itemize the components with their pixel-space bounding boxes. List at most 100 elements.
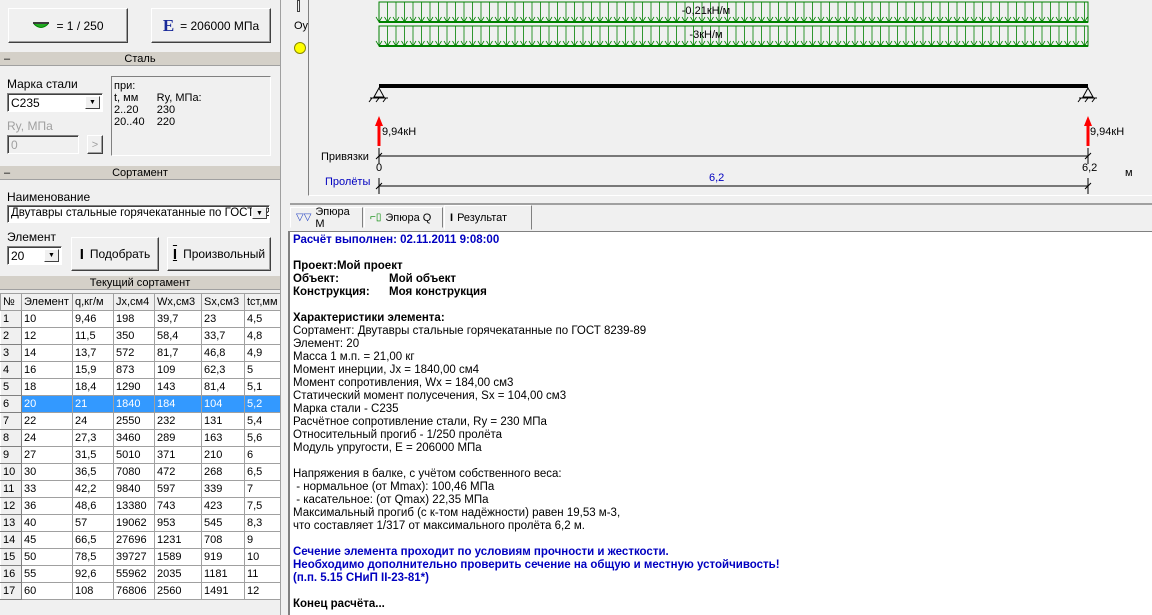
table-cell[interactable]: 27 (21, 446, 73, 464)
row-number[interactable]: 11 (0, 480, 22, 498)
table-cell[interactable]: 92,6 (72, 565, 114, 583)
table-cell[interactable]: 12 (244, 582, 281, 600)
row-number[interactable]: 5 (0, 378, 22, 396)
table-cell[interactable]: 57 (72, 514, 114, 532)
table-cell[interactable]: 104 (201, 395, 245, 413)
column-header[interactable]: q,кг/м (72, 293, 114, 311)
tab-moment-diagram[interactable]: ▽▽ Эпюра M (290, 206, 363, 230)
custom-profile-button[interactable]: I Произвольный (167, 237, 271, 271)
table-cell[interactable]: 7,5 (244, 497, 281, 515)
table-cell[interactable]: 24 (21, 429, 73, 447)
table-cell[interactable]: 55 (21, 565, 73, 583)
row-number[interactable]: 6 (0, 395, 22, 413)
diagram-canvas[interactable]: -0,21кН/м -3кН/м 9,94кН 9,94кН Привязки … (308, 0, 1152, 196)
table-cell[interactable]: 919 (201, 548, 245, 566)
table-cell[interactable]: 108 (72, 582, 114, 600)
table-row[interactable]: 2 12 11,5 350 58,4 33,7 4,8 (0, 327, 281, 345)
table-row[interactable]: 12 36 48,6 13380 743 423 7,5 (0, 497, 281, 515)
table-cell[interactable]: 5,6 (244, 429, 281, 447)
table-row[interactable]: 17 60 108 76806 2560 1491 12 (0, 582, 281, 600)
chevron-down-icon[interactable]: ▼ (85, 96, 100, 109)
table-cell[interactable]: 48,6 (72, 497, 114, 515)
row-number[interactable]: 7 (0, 412, 22, 430)
row-number[interactable]: 17 (0, 582, 22, 600)
table-row[interactable]: 14 45 66,5 27696 1231 708 9 (0, 531, 281, 549)
table-cell[interactable]: 2035 (154, 565, 202, 583)
table-cell[interactable]: 163 (201, 429, 245, 447)
ry-input[interactable]: 0 (7, 135, 79, 154)
table-cell[interactable]: 46,8 (201, 344, 245, 362)
table-cell[interactable]: 12 (21, 327, 73, 345)
table-cell[interactable]: 597 (154, 480, 202, 498)
table-cell[interactable]: 109 (154, 361, 202, 379)
table-row[interactable]: 1 10 9,46 198 39,7 23 4,5 (0, 310, 281, 328)
table-cell[interactable]: 21 (72, 395, 114, 413)
table-cell[interactable]: 289 (154, 429, 202, 447)
table-cell[interactable]: 23 (201, 310, 245, 328)
tab-shear-diagram[interactable]: ⌐▯ Эпюра Q (364, 207, 443, 228)
row-number[interactable]: 4 (0, 361, 22, 379)
panel-splitter[interactable] (280, 0, 285, 615)
table-cell[interactable]: 50 (21, 548, 73, 566)
table-cell[interactable]: 350 (113, 327, 155, 345)
table-cell[interactable]: 232 (154, 412, 202, 430)
element-select[interactable]: 20 ▼ (7, 246, 62, 265)
table-cell[interactable]: 2550 (113, 412, 155, 430)
row-number[interactable]: 12 (0, 497, 22, 515)
table-cell[interactable]: 9840 (113, 480, 155, 498)
table-cell[interactable]: 953 (154, 514, 202, 532)
table-cell[interactable]: 198 (113, 310, 155, 328)
table-cell[interactable]: 14 (21, 344, 73, 362)
table-cell[interactable]: 5010 (113, 446, 155, 464)
table-cell[interactable]: 30 (21, 463, 73, 481)
table-cell[interactable]: 55962 (113, 565, 155, 583)
table-cell[interactable]: 1589 (154, 548, 202, 566)
table-row[interactable]: 16 55 92,6 55962 2035 1181 11 (0, 565, 281, 583)
table-row[interactable]: 10 30 36,5 7080 472 268 6,5 (0, 463, 281, 481)
table-cell[interactable]: 13,7 (72, 344, 114, 362)
deflection-button[interactable]: = 1 / 250 (8, 8, 128, 43)
row-number[interactable]: 8 (0, 429, 22, 447)
row-number[interactable]: 13 (0, 514, 22, 532)
hint-bubble-icon[interactable] (294, 42, 306, 54)
table-row[interactable]: 15 50 78,5 39727 1589 919 10 (0, 548, 281, 566)
table-cell[interactable]: 10 (21, 310, 73, 328)
table-cell[interactable]: 15,9 (72, 361, 114, 379)
table-cell[interactable]: 7 (244, 480, 281, 498)
table-cell[interactable]: 60 (21, 582, 73, 600)
table-row[interactable]: 5 18 18,4 1290 143 81,4 5,1 (0, 378, 281, 396)
table-cell[interactable]: 11,5 (72, 327, 114, 345)
table-cell[interactable]: 143 (154, 378, 202, 396)
table-cell[interactable]: 4,9 (244, 344, 281, 362)
table-cell[interactable]: 545 (201, 514, 245, 532)
table-cell[interactable]: 33 (21, 480, 73, 498)
table-cell[interactable]: 708 (201, 531, 245, 549)
table-cell[interactable]: 5,2 (244, 395, 281, 413)
table-cell[interactable]: 3460 (113, 429, 155, 447)
table-cell[interactable]: 18,4 (72, 378, 114, 396)
column-header[interactable]: Jx,см4 (113, 293, 155, 311)
table-cell[interactable]: 472 (154, 463, 202, 481)
table-cell[interactable]: 743 (154, 497, 202, 515)
table-cell[interactable]: 81,4 (201, 378, 245, 396)
table-cell[interactable]: 371 (154, 446, 202, 464)
table-cell[interactable]: 423 (201, 497, 245, 515)
table-cell[interactable]: 7080 (113, 463, 155, 481)
table-cell[interactable]: 339 (201, 480, 245, 498)
table-cell[interactable]: 1290 (113, 378, 155, 396)
column-header[interactable]: tст,мм (244, 293, 281, 311)
table-cell[interactable]: 2560 (154, 582, 202, 600)
table-cell[interactable]: 62,3 (201, 361, 245, 379)
table-cell[interactable]: 81,7 (154, 344, 202, 362)
table-cell[interactable]: 5,1 (244, 378, 281, 396)
row-number[interactable]: 16 (0, 565, 22, 583)
table-cell[interactable]: 1181 (201, 565, 245, 583)
table-cell[interactable]: 45 (21, 531, 73, 549)
table-cell[interactable]: 4,8 (244, 327, 281, 345)
table-cell[interactable]: 1231 (154, 531, 202, 549)
table-cell[interactable]: 13380 (113, 497, 155, 515)
table-cell[interactable]: 58,4 (154, 327, 202, 345)
table-cell[interactable]: 39727 (113, 548, 155, 566)
table-row[interactable]: 8 24 27,3 3460 289 163 5,6 (0, 429, 281, 447)
table-cell[interactable]: 10 (244, 548, 281, 566)
